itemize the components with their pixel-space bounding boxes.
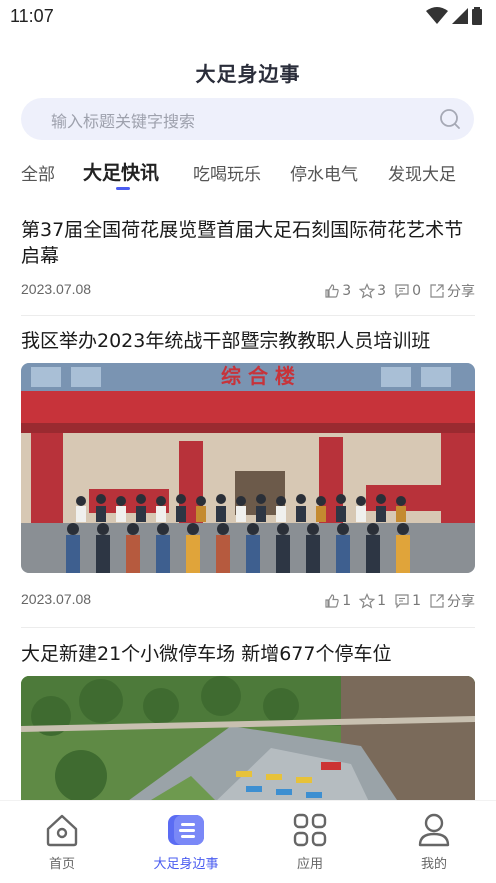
- share-icon: [430, 284, 444, 298]
- article-card[interactable]: 大足新建21个小微停车场 新增677个停车位: [21, 641, 475, 800]
- favorite-button[interactable]: 1: [359, 593, 386, 609]
- share-label: 分享: [447, 594, 475, 610]
- tab-utilities[interactable]: 停水电气: [290, 160, 358, 185]
- nav-home[interactable]: 首页: [17, 811, 107, 872]
- comment-count: 0: [412, 283, 421, 299]
- nav-apps-label: 应用: [296, 857, 323, 872]
- tab-dazu-news[interactable]: 大足快讯: [83, 158, 159, 185]
- thumbs-up-icon: [325, 284, 339, 298]
- like-button[interactable]: 3: [324, 283, 351, 299]
- group-photo-image: 综 合 楼: [21, 363, 475, 573]
- star-icon: [359, 593, 376, 609]
- app-logo-text: 大足身边事: [195, 62, 301, 86]
- status-time: 11:07: [10, 6, 54, 26]
- share-icon: [430, 594, 444, 608]
- status-icons: [426, 7, 482, 25]
- article-title[interactable]: 大足新建21个小微停车场 新增677个停车位: [21, 641, 475, 667]
- share-label: 分享: [447, 284, 475, 300]
- building-sign-text: 综 合 楼: [221, 364, 295, 388]
- like-count: 3: [342, 283, 352, 299]
- comment-icon: [395, 284, 409, 299]
- nav-dazu-nearby-label: 大足身边事: [153, 857, 219, 872]
- parking-lot-image: [21, 676, 475, 800]
- share-button[interactable]: 分享: [429, 281, 475, 301]
- active-tab-indicator: [116, 187, 130, 190]
- comment-button[interactable]: 0: [394, 283, 421, 299]
- nav-profile-label: 我的: [420, 857, 447, 872]
- star-icon: [359, 283, 376, 299]
- article-meta: 2023.07.08 1 1 1 分享: [21, 591, 475, 613]
- profile-icon: [418, 813, 450, 847]
- app-logo: 大足身边事: [0, 58, 496, 87]
- signal-icon: [452, 8, 468, 24]
- article-card[interactable]: 第37届全国荷花展览暨首届大足石刻国际荷花艺术节启幕 2023.07.08 3 …: [21, 217, 475, 303]
- search-icon[interactable]: [438, 107, 462, 131]
- divider: [21, 315, 475, 316]
- article-image[interactable]: 综 合 楼: [21, 363, 475, 573]
- article-actions: 3 3 0 分享: [324, 281, 475, 301]
- article-actions: 1 1 1 分享: [324, 591, 475, 611]
- nav-dazu-nearby[interactable]: 大足身边事: [141, 811, 231, 872]
- news-feed[interactable]: 第37届全国荷花展览暨首届大足石刻国际荷花艺术节启幕 2023.07.08 3 …: [0, 205, 496, 800]
- search-input[interactable]: 输入标题关键字搜索: [21, 98, 474, 140]
- comment-count: 1: [412, 593, 421, 609]
- article-title[interactable]: 第37届全国荷花展览暨首届大足石刻国际荷花艺术节启幕: [21, 217, 475, 269]
- bottom-nav: 首页 大足身边事 应用 我的: [0, 800, 496, 883]
- tab-discover-dazu[interactable]: 发现大足: [388, 160, 456, 185]
- favorite-count: 3: [377, 283, 387, 299]
- nav-apps[interactable]: 应用: [265, 811, 355, 872]
- favorite-button[interactable]: 3: [359, 283, 386, 299]
- share-button[interactable]: 分享: [429, 591, 475, 611]
- battery-icon: [472, 7, 482, 25]
- comment-button[interactable]: 1: [394, 593, 421, 609]
- tab-food-fun[interactable]: 吃喝玩乐: [193, 160, 261, 185]
- nav-profile[interactable]: 我的: [389, 811, 479, 872]
- comment-icon: [395, 594, 409, 609]
- thumbs-up-icon: [325, 594, 339, 608]
- favorite-count: 1: [377, 593, 387, 609]
- apps-grid-icon: [293, 813, 327, 847]
- nav-home-label: 首页: [48, 857, 75, 872]
- article-meta: 2023.07.08 3 3 0 分享: [21, 281, 475, 303]
- article-card[interactable]: 我区举办2023年统战干部暨宗教教职人员培训班 综 合 楼 2023.07.08…: [21, 328, 475, 613]
- wifi-icon: [426, 7, 448, 24]
- article-date: 2023.07.08: [21, 281, 92, 297]
- app-logo-icon: [168, 815, 204, 845]
- category-tabs: 全部 大足快讯 吃喝玩乐 停水电气 发现大足: [0, 160, 496, 196]
- status-bar: 11:07: [0, 0, 496, 36]
- article-title[interactable]: 我区举办2023年统战干部暨宗教教职人员培训班: [21, 328, 475, 354]
- article-image[interactable]: [21, 676, 475, 800]
- article-date: 2023.07.08: [21, 591, 92, 607]
- search-placeholder: 输入标题关键字搜索: [51, 112, 196, 131]
- like-count: 1: [342, 593, 352, 609]
- home-icon: [46, 814, 78, 847]
- divider: [21, 627, 475, 628]
- tab-all[interactable]: 全部: [21, 160, 55, 185]
- like-button[interactable]: 1: [324, 593, 351, 609]
